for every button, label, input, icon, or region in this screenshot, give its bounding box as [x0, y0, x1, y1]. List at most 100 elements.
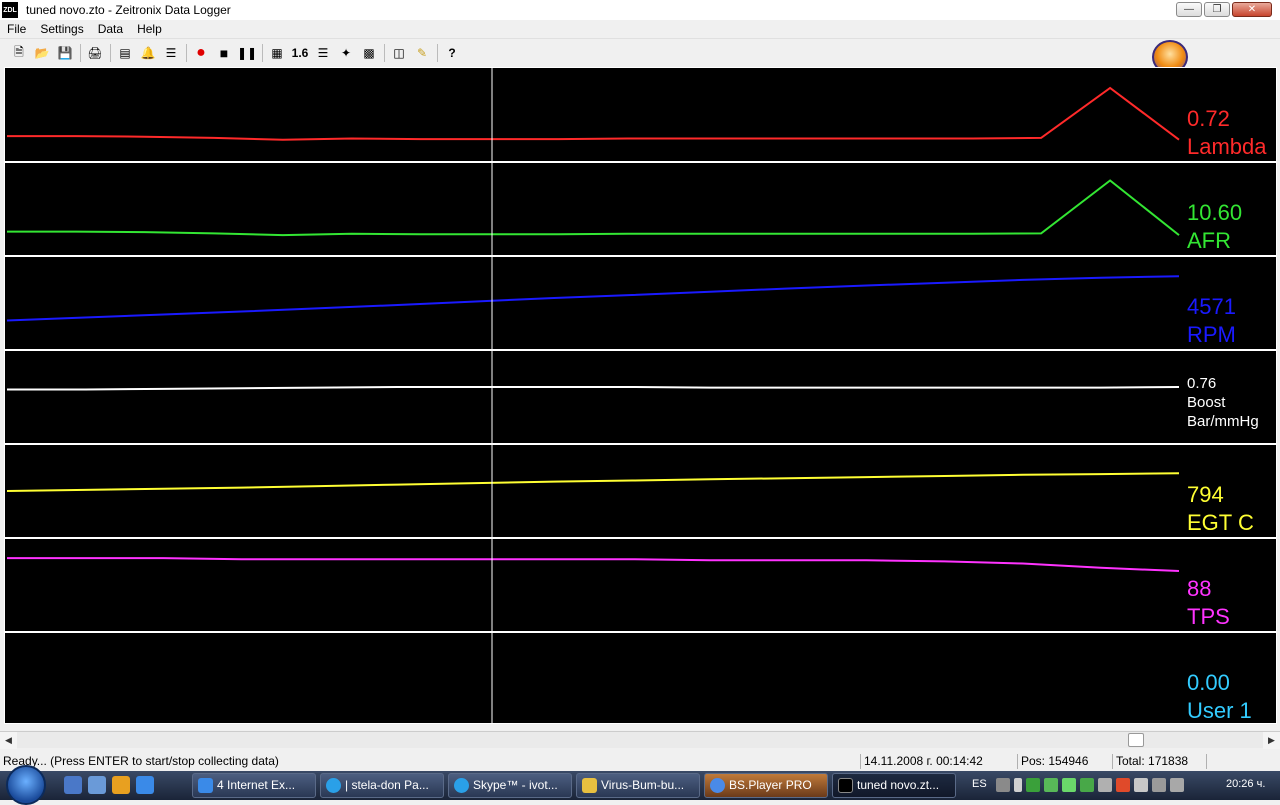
system-tray: ES 20:26 ч. [966, 771, 1280, 800]
edit-log-icon[interactable]: ✎ [411, 42, 433, 64]
bsplayer-icon [710, 778, 725, 793]
scroll-right-icon[interactable]: ▶ [1263, 732, 1280, 749]
task-label: | stela-don Pa... [345, 778, 429, 792]
help-icon[interactable]: ? [441, 42, 463, 64]
keyboard-icon[interactable] [996, 778, 1010, 792]
scroll-left-icon[interactable]: ◀ [0, 732, 17, 749]
taskbar-item-folder[interactable]: Virus-Bum-bu... [576, 773, 700, 798]
channel-name: RPM [1187, 322, 1236, 347]
toolbar-separator [262, 44, 263, 62]
channel-list-icon[interactable]: ☰ [312, 42, 334, 64]
toolbar-separator [110, 44, 111, 62]
save-icon[interactable]: 💾 [54, 42, 76, 64]
sync-tray-icon[interactable] [1044, 778, 1058, 792]
menu-help[interactable]: Help [130, 22, 169, 36]
quick-launch [64, 776, 154, 794]
start-button-icon[interactable] [6, 765, 46, 805]
menu-data[interactable]: Data [91, 22, 130, 36]
system-clock[interactable]: 20:26 ч. [1226, 778, 1265, 790]
task-label: BS.Player PRO [729, 778, 812, 792]
channel-label-egt: 794 EGT C [1187, 484, 1254, 534]
task-label: Virus-Bum-bu... [601, 778, 685, 792]
status-divider [1112, 754, 1113, 769]
status-bar: Ready... (Press ENTER to start/stop coll… [0, 752, 1280, 771]
alarm-bell-icon[interactable]: 🔔 [137, 42, 159, 64]
channel-name: Lambda [1187, 134, 1267, 159]
maximize-button[interactable]: ❐ [1204, 2, 1230, 17]
channel-unit: Bar/mmHg [1187, 413, 1259, 430]
user-tray-icon[interactable] [1080, 778, 1094, 792]
data-grid-icon[interactable]: ▩ [358, 42, 380, 64]
pause-icon[interactable]: ❚❚ [236, 42, 258, 64]
channel-value: 0.00 [1187, 670, 1230, 695]
skype-icon [454, 778, 469, 793]
stop-icon[interactable]: ■ [213, 42, 235, 64]
taskbar-item-internet-explorer[interactable]: 4 Internet Ex... [192, 773, 316, 798]
taskbar-item-zeitronix[interactable]: tuned novo.zt... [832, 773, 956, 798]
scroll-thumb[interactable] [1128, 733, 1144, 747]
zdl-app-icon [838, 778, 853, 793]
new-file-icon[interactable]: 🗎 [8, 42, 30, 64]
monitor-tray-icon[interactable] [1134, 778, 1148, 792]
taskbar-item-bsplayer[interactable]: BS.Player PRO [704, 773, 828, 798]
chart-svg [5, 68, 1276, 723]
horizontal-scrollbar[interactable]: ◀ ▶ [0, 731, 1280, 749]
close-button[interactable]: ✕ [1232, 2, 1272, 17]
menu-settings[interactable]: Settings [33, 22, 90, 36]
tray-expand-icon[interactable] [1014, 778, 1022, 792]
internet-explorer-icon[interactable] [136, 776, 154, 794]
status-divider [860, 754, 861, 769]
channel-value: 0.76 [1187, 375, 1217, 392]
alert-tray-icon[interactable] [1116, 778, 1130, 792]
internet-explorer-icon [198, 778, 213, 793]
status-datetime: 14.11.2008 г. 00:14:42 [864, 754, 983, 768]
volume-icon[interactable] [1170, 778, 1184, 792]
toolbar: 🗎 📂 💾 🖨 ▤ 🔔 ☰ ● ■ ❚❚ ▦ 1.6 ☰ ✦ ▩ ◫ ✎ ? [0, 40, 1280, 66]
gauge-settings-icon[interactable]: ☰ [160, 42, 182, 64]
connection-tray-icon[interactable] [1152, 778, 1166, 792]
messenger-tray-icon[interactable] [1062, 778, 1076, 792]
channel-label-rpm: 4571 RPM [1187, 296, 1236, 346]
menu-bar: File Settings Data Help [0, 20, 1280, 39]
tray-icons [996, 778, 1184, 792]
table-view-icon[interactable]: ▤ [114, 42, 136, 64]
network-tray-icon[interactable] [1026, 778, 1040, 792]
print-icon[interactable]: 🖨 [84, 42, 106, 64]
series-line-boost [7, 386, 1180, 391]
language-indicator[interactable]: ES [972, 778, 987, 790]
channel-label-lambda: 0.72 Lambda [1187, 108, 1267, 158]
channel-value: 0.72 [1187, 106, 1230, 131]
crosshair-icon[interactable]: ✦ [335, 42, 357, 64]
switch-windows-icon[interactable] [88, 776, 106, 794]
channel-name: Boost [1187, 394, 1226, 411]
folder-icon [582, 778, 597, 793]
channel-label-afr: 10.60 AFR [1187, 202, 1242, 252]
status-divider [1206, 754, 1207, 769]
export-icon[interactable]: ◫ [388, 42, 410, 64]
taskbar: 4 Internet Ex... | stela-don Pa... Skype… [0, 765, 1280, 805]
menu-file[interactable]: File [0, 22, 33, 36]
channel-value: 88 [1187, 576, 1212, 601]
skype-chat-icon [326, 778, 341, 793]
toolbar-separator [437, 44, 438, 62]
window-title: tuned novo.zto - Zeitronix Data Logger [26, 3, 231, 17]
data-chart[interactable]: 0.72 Lambda 10.60 AFR 4571 RPM 0.76 Boos… [4, 67, 1277, 724]
task-label: 4 Internet Ex... [217, 778, 296, 792]
series-line-afr [7, 179, 1180, 237]
taskbar-item-skype[interactable]: Skype™ - ivot... [448, 773, 572, 798]
title-bar: ZDL tuned novo.zto - Zeitronix Data Logg… [0, 0, 1280, 20]
show-desktop-icon[interactable] [64, 776, 82, 794]
taskbar-item-stela-don[interactable]: | stela-don Pa... [320, 773, 444, 798]
app-icon[interactable]: ZDL [2, 2, 18, 18]
record-icon[interactable]: ● [190, 42, 212, 64]
series-line-egt [6, 472, 1180, 492]
minimize-button[interactable]: — [1176, 2, 1202, 17]
channel-name: TPS [1187, 604, 1230, 629]
chart-view-icon[interactable]: ▦ [266, 42, 288, 64]
device-tray-icon[interactable] [1098, 778, 1112, 792]
media-player-icon[interactable] [112, 776, 130, 794]
toolbar-separator [384, 44, 385, 62]
open-folder-icon[interactable]: 📂 [31, 42, 53, 64]
toolbar-separator [186, 44, 187, 62]
zoom-level-button[interactable]: 1.6 [289, 42, 311, 64]
